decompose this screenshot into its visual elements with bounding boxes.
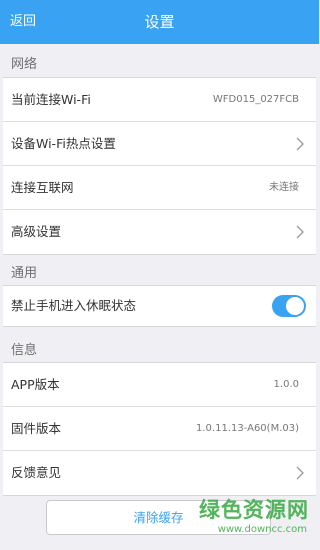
chevron-right-icon [296, 466, 304, 480]
internet-connection-row[interactable]: 连接互联网 未连接 [3, 166, 316, 210]
firmware-version-label: 固件版本 [11, 421, 62, 436]
watermark-logo: 绿色资源网 www.downcc.com [177, 497, 309, 541]
section-header-info: 信息 [11, 343, 38, 358]
feedback-label: 反馈意见 [11, 465, 62, 480]
watermark-text: 绿色资源网 [199, 498, 309, 522]
app-version-row: APP版本 1.0.0 [3, 363, 316, 407]
advanced-settings-row[interactable]: 高级设置 [3, 210, 316, 254]
chevron-right-icon [296, 137, 304, 151]
current-wifi-label: 当前连接Wi-Fi [11, 92, 91, 107]
prevent-sleep-row: 禁止手机进入休眠状态 [3, 286, 316, 326]
internet-connection-status: 未连接 [269, 182, 299, 193]
watermark-url: www.downcc.com [217, 524, 307, 535]
info-group: APP版本 1.0.0 固件版本 1.0.11.13-A60(M.03) 反馈意… [3, 362, 316, 496]
section-header-general: 通用 [11, 266, 38, 281]
feedback-row[interactable]: 反馈意见 [3, 451, 316, 495]
chevron-right-icon [296, 225, 304, 239]
prevent-sleep-toggle[interactable] [272, 295, 306, 317]
hotspot-settings-label: 设备Wi-Fi热点设置 [11, 136, 116, 151]
navigation-bar: 返回 设置 [0, 0, 319, 44]
advanced-settings-label: 高级设置 [11, 224, 62, 239]
network-group: 当前连接Wi-Fi WFD015_027FCB 设备Wi-Fi热点设置 连接互联… [3, 77, 316, 255]
current-wifi-value: WFD015_027FCB [212, 94, 299, 105]
internet-connection-label: 连接互联网 [11, 180, 74, 195]
firmware-version-value: 1.0.11.13-A60(M.03) [196, 423, 299, 434]
app-version-value: 1.0.0 [273, 379, 299, 390]
page-title: 设置 [144, 13, 175, 31]
general-group: 禁止手机进入休眠状态 [3, 285, 316, 327]
firmware-version-row: 固件版本 1.0.11.13-A60(M.03) [3, 407, 316, 451]
app-version-label: APP版本 [11, 377, 60, 392]
hotspot-settings-row[interactable]: 设备Wi-Fi热点设置 [3, 122, 316, 166]
current-wifi-row[interactable]: 当前连接Wi-Fi WFD015_027FCB [3, 78, 316, 122]
toggle-knob [286, 297, 304, 315]
section-header-network: 网络 [11, 57, 38, 72]
prevent-sleep-label: 禁止手机进入休眠状态 [11, 298, 137, 313]
